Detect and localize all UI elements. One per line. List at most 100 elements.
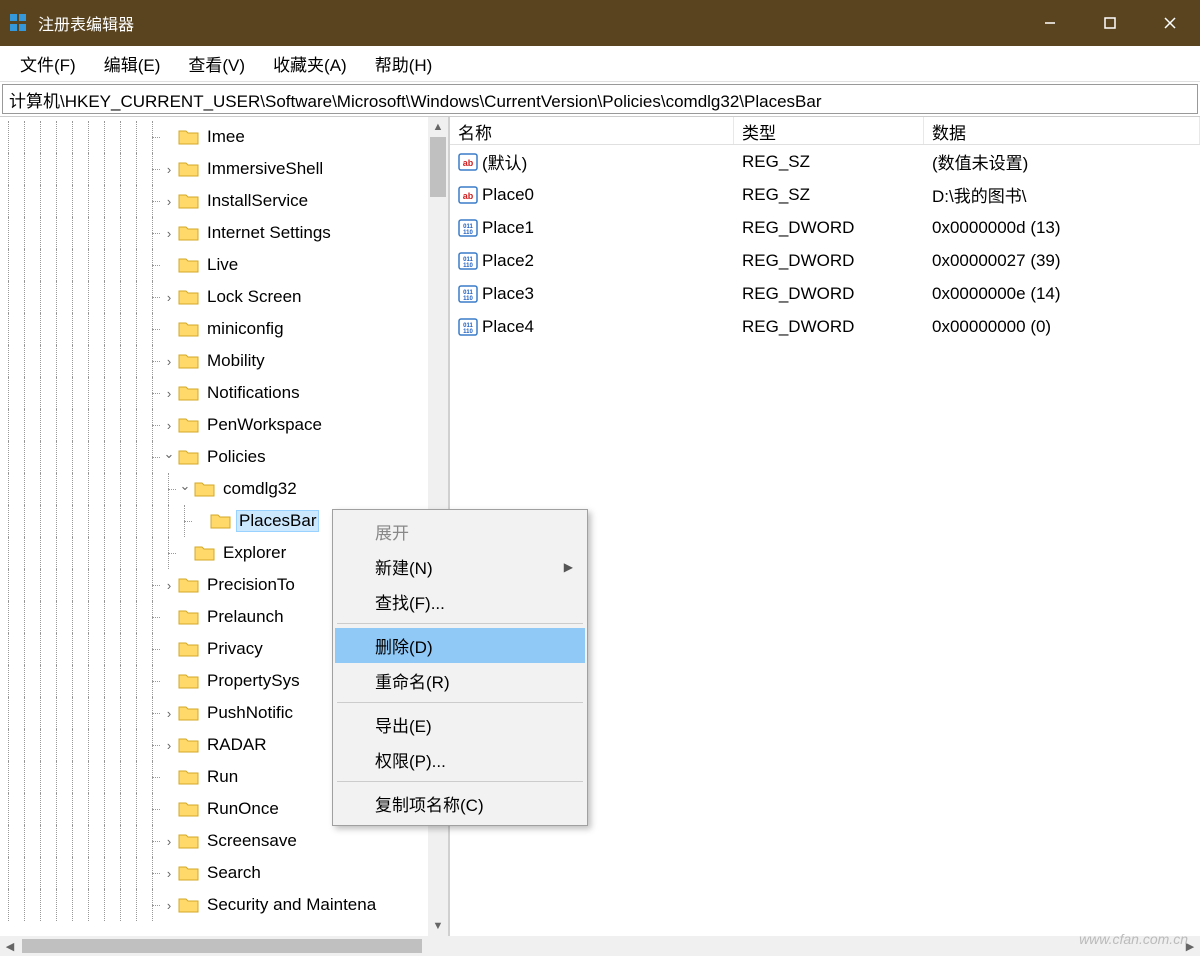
tree-item[interactable]: › PenWorkspace [0, 409, 448, 441]
tree-item-label: Notifications [204, 382, 303, 404]
window-controls [1020, 0, 1200, 46]
tree-item-label: Run [204, 766, 241, 788]
header-data[interactable]: 数据 [924, 117, 1200, 144]
tree-item[interactable]: ⌄ comdlg32 [0, 473, 448, 505]
address-bar[interactable]: 计算机\HKEY_CURRENT_USER\Software\Microsoft… [2, 84, 1198, 114]
context-menu-item[interactable]: 查找(F)... [335, 584, 585, 619]
folder-icon [178, 256, 200, 274]
folder-icon [178, 192, 200, 210]
chevron-right-icon[interactable]: › [160, 386, 178, 401]
folder-icon [178, 736, 200, 754]
value-data: 0x0000000e (14) [924, 282, 1200, 306]
menu-view[interactable]: 查看(V) [174, 47, 259, 80]
tree-item[interactable]: ›ImmersiveShell [0, 153, 448, 185]
value-row[interactable]: Place3REG_DWORD0x0000000e (14) [450, 277, 1200, 310]
tree-item-label: miniconfig [204, 318, 287, 340]
value-row[interactable]: (默认)REG_SZ(数值未设置) [450, 145, 1200, 178]
folder-icon [178, 896, 200, 914]
maximize-button[interactable] [1080, 0, 1140, 46]
menu-edit[interactable]: 编辑(E) [90, 47, 175, 80]
chevron-right-icon[interactable]: › [160, 226, 178, 241]
chevron-right-icon[interactable]: › [160, 418, 178, 433]
chevron-right-icon[interactable]: › [160, 834, 178, 849]
folder-icon [178, 128, 200, 146]
context-menu-item[interactable]: 权限(P)... [335, 742, 585, 777]
value-row[interactable]: Place2REG_DWORD0x00000027 (39) [450, 244, 1200, 277]
tree-item[interactable]: ›Lock Screen [0, 281, 448, 313]
chevron-right-icon[interactable]: › [160, 738, 178, 753]
tree-item-label: PenWorkspace [204, 414, 325, 436]
folder-icon [178, 640, 200, 658]
context-menu-item[interactable]: 新建(N)▶ [335, 549, 585, 584]
value-data: 0x0000000d (13) [924, 216, 1200, 240]
value-row[interactable]: Place0REG_SZD:\我的图书\ [450, 178, 1200, 211]
tree-item-label: Explorer [220, 542, 289, 564]
tree-item-label: Privacy [204, 638, 266, 660]
menu-help[interactable]: 帮助(H) [361, 47, 447, 80]
context-menu-item[interactable]: 复制项名称(C) [335, 786, 585, 821]
horizontal-scrollbar[interactable]: ◀ ▶ [0, 936, 1200, 956]
chevron-right-icon[interactable]: › [160, 290, 178, 305]
tree-item-label: Search [204, 862, 264, 884]
chevron-right-icon[interactable]: › [160, 578, 178, 593]
scroll-down-icon[interactable]: ▼ [428, 916, 448, 936]
tree-item[interactable]: Live [0, 249, 448, 281]
tree-item[interactable]: › Notifications [0, 377, 448, 409]
app-icon [8, 12, 30, 34]
tree-item[interactable]: › Internet Settings [0, 217, 448, 249]
chevron-down-icon[interactable]: ⌄ [176, 478, 194, 494]
header-type[interactable]: 类型 [734, 117, 924, 144]
tree-item-label: comdlg32 [220, 478, 300, 500]
tree-item[interactable]: ›InstallService [0, 185, 448, 217]
chevron-right-icon[interactable]: › [160, 866, 178, 881]
folder-icon [194, 544, 216, 562]
menu-file[interactable]: 文件(F) [6, 47, 90, 80]
header-name[interactable]: 名称 [450, 117, 734, 144]
main-split: Imee›ImmersiveShell›InstallService›Inter… [0, 116, 1200, 936]
folder-icon [210, 512, 232, 530]
folder-icon [178, 416, 200, 434]
folder-icon [178, 832, 200, 850]
tree-item[interactable]: ›Screensave [0, 825, 448, 857]
context-menu-item[interactable]: 重命名(R) [335, 663, 585, 698]
scroll-thumb[interactable] [430, 137, 446, 197]
value-type: REG_SZ [734, 150, 924, 174]
dword-value-icon [458, 284, 478, 304]
tree-item[interactable]: ›Mobility [0, 345, 448, 377]
context-menu[interactable]: 展开新建(N)▶查找(F)...删除(D)重命名(R)导出(E)权限(P)...… [332, 509, 588, 826]
tree-item[interactable]: ⌄Policies [0, 441, 448, 473]
dword-value-icon [458, 317, 478, 337]
string-value-icon [458, 185, 478, 205]
value-data: D:\我的图书\ [924, 180, 1200, 209]
value-name: Place1 [482, 218, 534, 238]
chevron-right-icon[interactable]: › [160, 354, 178, 369]
menu-favorites[interactable]: 收藏夹(A) [259, 47, 361, 80]
chevron-right-icon[interactable]: › [160, 898, 178, 913]
tree-item[interactable]: ›Security and Maintena [0, 889, 448, 921]
value-row[interactable]: Place4REG_DWORD0x00000000 (0) [450, 310, 1200, 343]
chevron-right-icon[interactable]: › [160, 162, 178, 177]
menubar: 文件(F) 编辑(E) 查看(V) 收藏夹(A) 帮助(H) [0, 46, 1200, 82]
tree-item[interactable]: Imee [0, 121, 448, 153]
chevron-right-icon[interactable]: › [160, 706, 178, 721]
tree-item-label: PrecisionTo [204, 574, 298, 596]
minimize-button[interactable] [1020, 0, 1080, 46]
tree-item[interactable]: › Search [0, 857, 448, 889]
values-list[interactable]: (默认)REG_SZ(数值未设置)Place0REG_SZD:\我的图书\Pla… [450, 145, 1200, 343]
folder-icon [178, 704, 200, 722]
context-menu-item-label: 权限(P)... [375, 747, 446, 772]
folder-icon [178, 576, 200, 594]
context-menu-item[interactable]: 删除(D) [335, 628, 585, 663]
values-header: 名称 类型 数据 [450, 117, 1200, 145]
close-button[interactable] [1140, 0, 1200, 46]
tree-item[interactable]: miniconfig [0, 313, 448, 345]
value-type: REG_DWORD [734, 282, 924, 306]
scroll-up-icon[interactable]: ▲ [428, 117, 448, 137]
value-row[interactable]: Place1REG_DWORD0x0000000d (13) [450, 211, 1200, 244]
tree-item-label: Internet Settings [204, 222, 334, 244]
context-menu-item-label: 新建(N) [375, 554, 433, 579]
chevron-down-icon[interactable]: ⌄ [160, 446, 178, 462]
context-menu-item-label: 重命名(R) [375, 668, 450, 693]
chevron-right-icon[interactable]: › [160, 194, 178, 209]
context-menu-item[interactable]: 导出(E) [335, 707, 585, 742]
